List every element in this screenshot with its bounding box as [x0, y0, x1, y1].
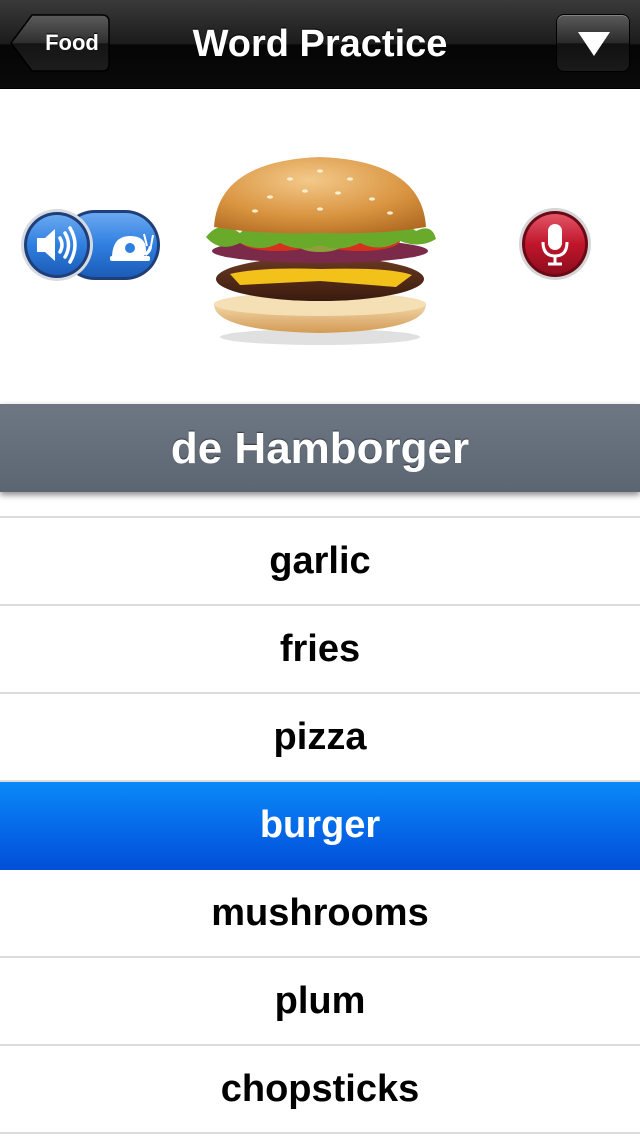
- navigation-bar: Food Word Practice: [0, 0, 640, 89]
- triangle-down-icon: [578, 32, 610, 56]
- list-item[interactable]: pizza: [0, 694, 640, 782]
- picture-area: [0, 89, 640, 405]
- list-item[interactable]: fries: [0, 606, 640, 694]
- list-item[interactable]: mushrooms: [0, 870, 640, 958]
- list-item-partial[interactable]: [0, 492, 640, 518]
- word-list[interactable]: garlic fries pizza burger mushrooms plum…: [0, 492, 640, 1136]
- menu-dropdown-button[interactable]: [556, 14, 630, 72]
- current-word: de Hamborger: [170, 424, 470, 473]
- hamburger-image: [206, 157, 436, 345]
- list-item[interactable]: chopsticks: [0, 1046, 640, 1134]
- current-word-bar: de Hamborger: [0, 404, 640, 492]
- speaker-button[interactable]: [21, 209, 93, 281]
- page-title: Word Practice: [192, 23, 448, 65]
- audio-speed-toggle[interactable]: [20, 208, 162, 282]
- record-button[interactable]: [518, 207, 592, 281]
- list-item[interactable]: plum: [0, 958, 640, 1046]
- list-item-selected[interactable]: burger: [0, 782, 640, 870]
- list-item[interactable]: garlic: [0, 518, 640, 606]
